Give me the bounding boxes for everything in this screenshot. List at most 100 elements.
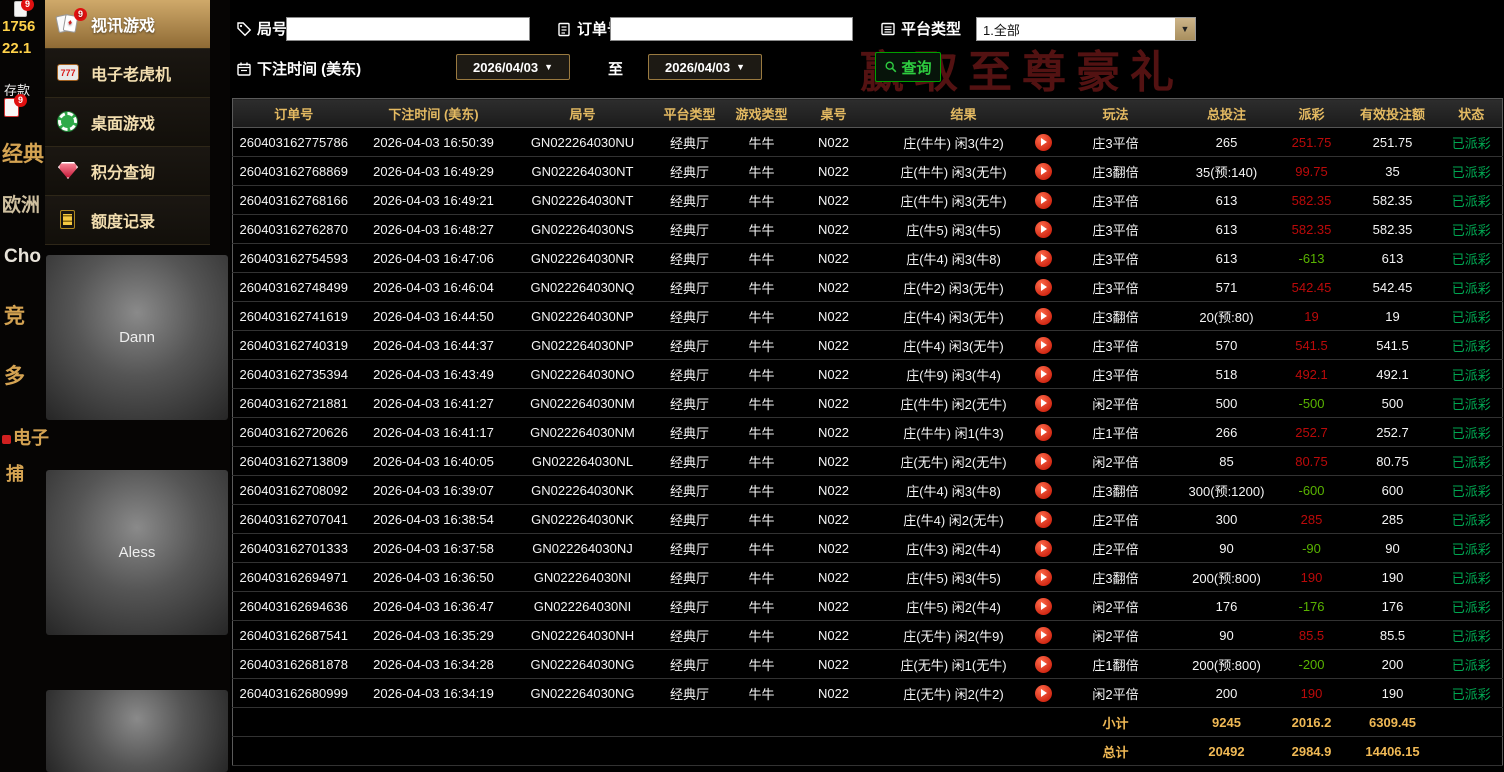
- cell-order: 260403162694971: [232, 562, 355, 592]
- cell-platform: 经典厅: [652, 272, 727, 302]
- round-input[interactable]: [286, 17, 530, 41]
- replay-icon[interactable]: [1034, 655, 1052, 673]
- cell-round: GN022264030NS: [512, 214, 653, 244]
- cell-status: 已派彩: [1440, 359, 1503, 389]
- cell-bet: 300: [1174, 504, 1279, 534]
- table-row: 260403162740319 2026-04-03 16:44:37 GN0222…: [232, 330, 1503, 360]
- cell-platform: 经典厅: [652, 243, 727, 273]
- cell-game: 牛牛: [726, 214, 797, 244]
- cell-bet: 570: [1174, 330, 1279, 360]
- cell-round: GN022264030NL: [512, 446, 653, 476]
- cell-time: 2026-04-03 16:44:50: [354, 301, 513, 331]
- replay-icon[interactable]: [1034, 365, 1052, 383]
- replay-icon[interactable]: [1034, 336, 1052, 354]
- column-header-round: 局号: [512, 98, 653, 128]
- replay-icon[interactable]: [1034, 394, 1052, 412]
- subtotal-row: 小计 9245 2016.2 6309.45: [232, 707, 1503, 737]
- order-input[interactable]: [610, 17, 853, 41]
- cell-time: 2026-04-03 16:49:29: [354, 156, 513, 186]
- replay-icon[interactable]: [1034, 423, 1052, 441]
- cell-valid: 500: [1344, 388, 1441, 418]
- platform-select[interactable]: 1.全部 ▼: [976, 17, 1196, 41]
- cell-round: GN022264030NP: [512, 330, 653, 360]
- cell-platform: 经典厅: [652, 475, 727, 505]
- cell-platform: 经典厅: [652, 388, 727, 418]
- cell-valid: 90: [1344, 533, 1441, 563]
- cell-status: 已派彩: [1440, 243, 1503, 273]
- cell-result: 庄(无牛) 闲2(牛9): [870, 620, 1057, 650]
- cell-valid: 492.1: [1344, 359, 1441, 389]
- cell-platform: 经典厅: [652, 504, 727, 534]
- cell-round: GN022264030NP: [512, 301, 653, 331]
- replay-icon[interactable]: [1034, 481, 1052, 499]
- replay-icon[interactable]: [1034, 626, 1052, 644]
- replay-icon[interactable]: [1034, 597, 1052, 615]
- dealer-thumbnail: Dann: [46, 255, 228, 420]
- sidebar-item-video-games[interactable]: 9 视讯游戏: [45, 0, 210, 49]
- replay-icon[interactable]: [1034, 191, 1052, 209]
- column-header-result: 结果: [870, 98, 1057, 128]
- notification-badge: 9: [14, 94, 27, 107]
- sidebar-item-slots[interactable]: 777 电子老虎机: [45, 49, 210, 98]
- cell-table_no: N022: [796, 388, 871, 418]
- date-from-picker[interactable]: 2026/04/03 ▼: [456, 54, 570, 80]
- tag-icon: [237, 21, 252, 36]
- table-row: 260403162768166 2026-04-03 16:49:21 GN0222…: [232, 185, 1503, 215]
- replay-icon[interactable]: [1034, 568, 1052, 586]
- cell-game: 牛牛: [726, 243, 797, 273]
- table-row: 260403162694971 2026-04-03 16:36:50 GN0222…: [232, 562, 1503, 592]
- subtotal-label: 小计: [1056, 707, 1175, 737]
- cell-time: 2026-04-03 16:36:47: [354, 591, 513, 621]
- cell-status: 已派彩: [1440, 446, 1503, 476]
- replay-icon[interactable]: [1034, 307, 1052, 325]
- replay-icon[interactable]: [1034, 684, 1052, 702]
- cell-order: 260403162768869: [232, 156, 355, 186]
- cell-result: 庄(牛4) 闲3(牛8): [870, 475, 1057, 505]
- result-text: 庄(无牛) 闲2(牛2): [903, 686, 1004, 702]
- category-fishing: 捕: [6, 464, 24, 484]
- cell-table_no: N022: [796, 446, 871, 476]
- cell-platform: 经典厅: [652, 127, 727, 157]
- replay-icon[interactable]: [1034, 162, 1052, 180]
- query-button[interactable]: 查询: [875, 52, 941, 82]
- sidebar-item-points-query[interactable]: 积分查询: [45, 147, 210, 196]
- replay-icon[interactable]: [1034, 278, 1052, 296]
- cell-play: 庄3平倍: [1056, 185, 1175, 215]
- cell-platform: 经典厅: [652, 359, 727, 389]
- cell-round: GN022264030NK: [512, 504, 653, 534]
- sidebar-item-table-games[interactable]: 桌面游戏: [45, 98, 210, 147]
- lobby-cards-icon: 9: [4, 94, 27, 117]
- clipboard-icon: [558, 22, 570, 36]
- replay-icon[interactable]: [1034, 220, 1052, 238]
- cell-status: 已派彩: [1440, 591, 1503, 621]
- cell-order: 260403162741619: [232, 301, 355, 331]
- cell-play: 闲2平倍: [1056, 388, 1175, 418]
- replay-icon[interactable]: [1034, 510, 1052, 528]
- cell-status: 已派彩: [1440, 127, 1503, 157]
- cell-bet: 20(预:80): [1174, 301, 1279, 331]
- replay-icon[interactable]: [1034, 539, 1052, 557]
- column-header-status: 状态: [1440, 98, 1503, 128]
- replay-icon[interactable]: [1034, 133, 1052, 151]
- table-row: 260403162775786 2026-04-03 16:50:39 GN0222…: [232, 127, 1503, 157]
- result-text: 庄(牛5) 闲3(牛5): [906, 570, 1001, 586]
- cell-status: 已派彩: [1440, 562, 1503, 592]
- cell-result: 庄(牛牛) 闲3(无牛): [870, 156, 1057, 186]
- date-to-picker[interactable]: 2026/04/03 ▼: [648, 54, 762, 80]
- replay-icon[interactable]: [1034, 249, 1052, 267]
- search-icon: [885, 61, 897, 73]
- sidebar-item-credit-records[interactable]: 额度记录: [45, 196, 210, 245]
- cards-icon: 9: [55, 8, 87, 37]
- cell-platform: 经典厅: [652, 591, 727, 621]
- cell-time: 2026-04-03 16:39:07: [354, 475, 513, 505]
- replay-icon[interactable]: [1034, 452, 1052, 470]
- result-text: 庄(牛9) 闲3(牛4): [906, 367, 1001, 383]
- cell-game: 牛牛: [726, 388, 797, 418]
- cell-valid: 85.5: [1344, 620, 1441, 650]
- cell-payout: 251.75: [1278, 127, 1345, 157]
- chevron-down-icon: ▼: [1175, 18, 1195, 40]
- sidebar-item-label: 额度记录: [91, 214, 156, 231]
- subtotal-bet: 9245: [1174, 707, 1279, 737]
- cell-table_no: N022: [796, 272, 871, 302]
- cell-bet: 613: [1174, 214, 1279, 244]
